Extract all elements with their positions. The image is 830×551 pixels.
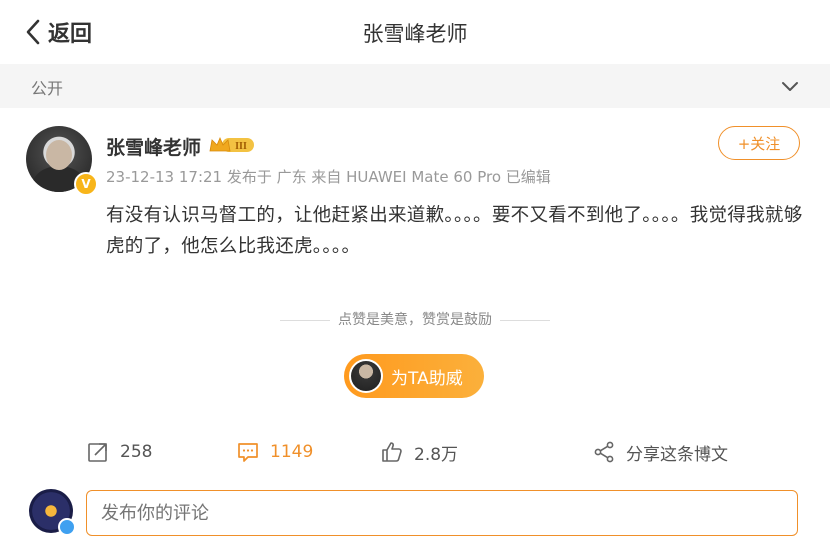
page-title: 张雪峰老师 [362,22,468,46]
top-nav-bar: 返回 张雪峰老师 [0,0,830,64]
share-label: 分享这条博文 [626,444,728,465]
member-crown-icon: III [209,136,254,152]
author-name[interactable]: 张雪峰老师 [106,133,201,160]
cheer-button[interactable]: 为TA助威 [344,354,484,398]
share-icon [594,441,614,463]
share-button[interactable]: 分享这条博文 [592,437,728,467]
like-count: 2.8万 [414,444,459,465]
verified-badge-icon: V [74,172,98,196]
follow-button[interactable]: +关注 [718,126,800,160]
cheer-avatar [349,359,383,393]
reward-hint-text: 点赞是美意，赞赏是鼓励 [338,312,492,328]
user-verified-icon [58,518,76,536]
repost-count: 258 [120,442,153,462]
chevron-down-icon[interactable] [780,76,800,96]
visibility-label: 公开 [31,79,64,98]
divider-left [280,319,330,321]
repost-icon [88,443,107,462]
comment-button[interactable]: 1149 [236,437,313,467]
post-content: 有没有认识马督工的，让他赶紧出来道歉。。。。要不又看不到他了。。。。我觉得我就够… [106,205,803,257]
post-meta: 23-12-13 17:21 发布于 广东 来自 HUAWEI Mate 60 … [106,168,551,186]
comment-icon [238,443,258,462]
weibo-post-page: 返回 张雪峰老师 公开 V 张雪峰老师 III +关注 23-12-13 17:… [0,0,830,551]
comment-input[interactable] [86,490,798,536]
cheer-label: 为TA助威 [391,368,463,389]
level-text: III [235,141,247,152]
avatar-face [46,140,72,170]
visibility-bar[interactable]: 公开 [0,64,830,108]
repost-button[interactable]: 258 [86,437,152,467]
reward-hint: 点赞是美意，赞赏是鼓励 [0,309,830,329]
thumbs-up-icon [382,442,402,462]
like-button[interactable]: 2.8万 [380,437,458,467]
comment-count: 1149 [270,442,314,462]
divider-right [500,319,550,321]
